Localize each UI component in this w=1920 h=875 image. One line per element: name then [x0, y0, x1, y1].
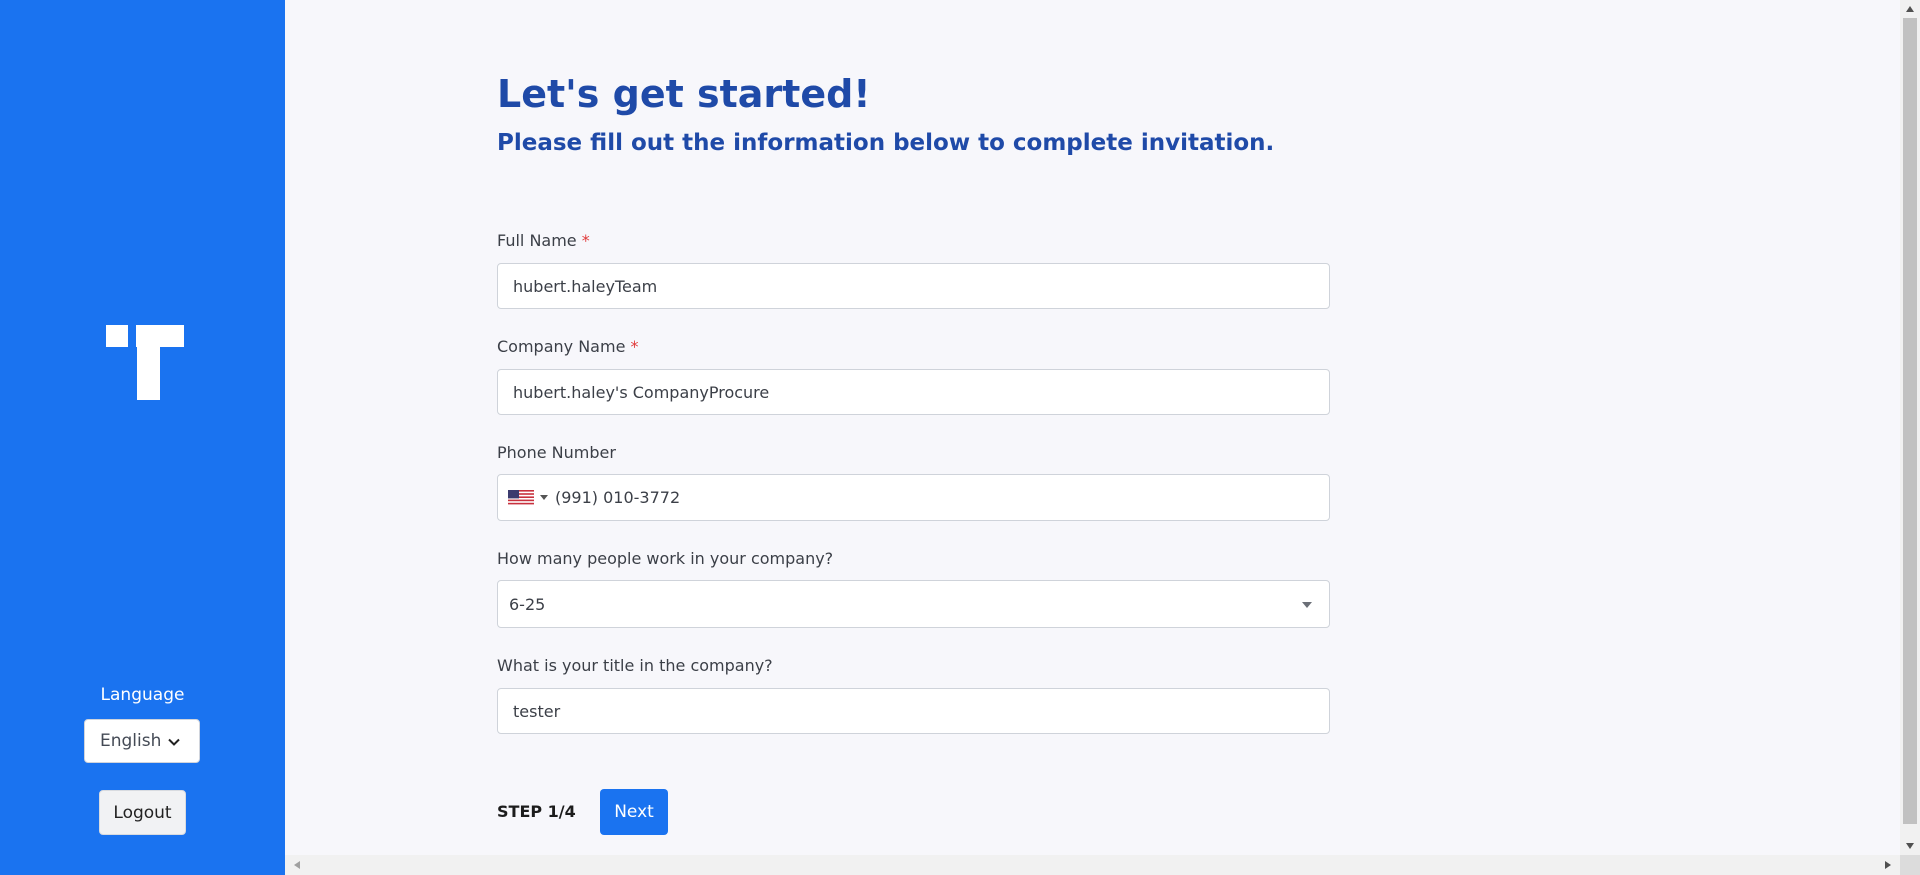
caret-down-icon	[1302, 602, 1312, 608]
country-code-selector[interactable]	[508, 487, 552, 509]
company-name-input[interactable]	[497, 369, 1330, 415]
phone-number-label: Phone Number	[497, 443, 616, 462]
company-size-select[interactable]: 6-25	[497, 580, 1330, 628]
step-indicator: STEP 1/4	[497, 802, 576, 821]
required-mark: *	[581, 231, 590, 250]
phone-number-input[interactable]	[555, 475, 1315, 520]
caret-down-icon	[540, 495, 548, 500]
required-mark: *	[630, 337, 639, 356]
scroll-up-arrow-icon[interactable]	[1905, 5, 1915, 13]
company-name-label-text: Company Name	[497, 337, 626, 356]
full-name-label-text: Full Name	[497, 231, 577, 250]
page-subtitle: Please fill out the information below to…	[497, 130, 1275, 156]
scroll-down-arrow-icon[interactable]	[1905, 842, 1915, 850]
full-name-label: Full Name *	[497, 231, 590, 250]
language-select[interactable]: English	[84, 719, 200, 763]
scroll-left-arrow-icon[interactable]	[293, 860, 301, 870]
us-flag-icon	[508, 490, 534, 506]
sidebar: Language English Logout	[0, 0, 285, 875]
page-title: Let's get started!	[497, 72, 871, 116]
full-name-input[interactable]	[497, 263, 1330, 309]
job-title-label: What is your title in the company?	[497, 656, 773, 675]
next-button[interactable]: Next	[600, 789, 668, 835]
company-size-label: How many people work in your company?	[497, 549, 834, 568]
company-name-label: Company Name *	[497, 337, 639, 356]
main-content: Let's get started! Please fill out the i…	[285, 0, 1900, 855]
language-label: Language	[100, 685, 185, 705]
phone-number-field	[497, 474, 1330, 521]
logout-button[interactable]: Logout	[99, 790, 186, 835]
vertical-scrollbar-thumb[interactable]	[1903, 18, 1917, 824]
vertical-scrollbar[interactable]	[1900, 0, 1920, 855]
company-size-selected-value: 6-25	[509, 594, 546, 614]
app-root: Language English Logout Let's get starte…	[0, 0, 1920, 875]
language-selected-value: English	[100, 731, 162, 751]
horizontal-scrollbar[interactable]	[285, 855, 1900, 875]
scrollbar-corner	[1900, 855, 1920, 875]
scroll-right-arrow-icon[interactable]	[1884, 860, 1892, 870]
job-title-input[interactable]	[497, 688, 1330, 734]
brand-logo-icon	[106, 325, 184, 400]
chevron-down-icon	[168, 738, 180, 746]
